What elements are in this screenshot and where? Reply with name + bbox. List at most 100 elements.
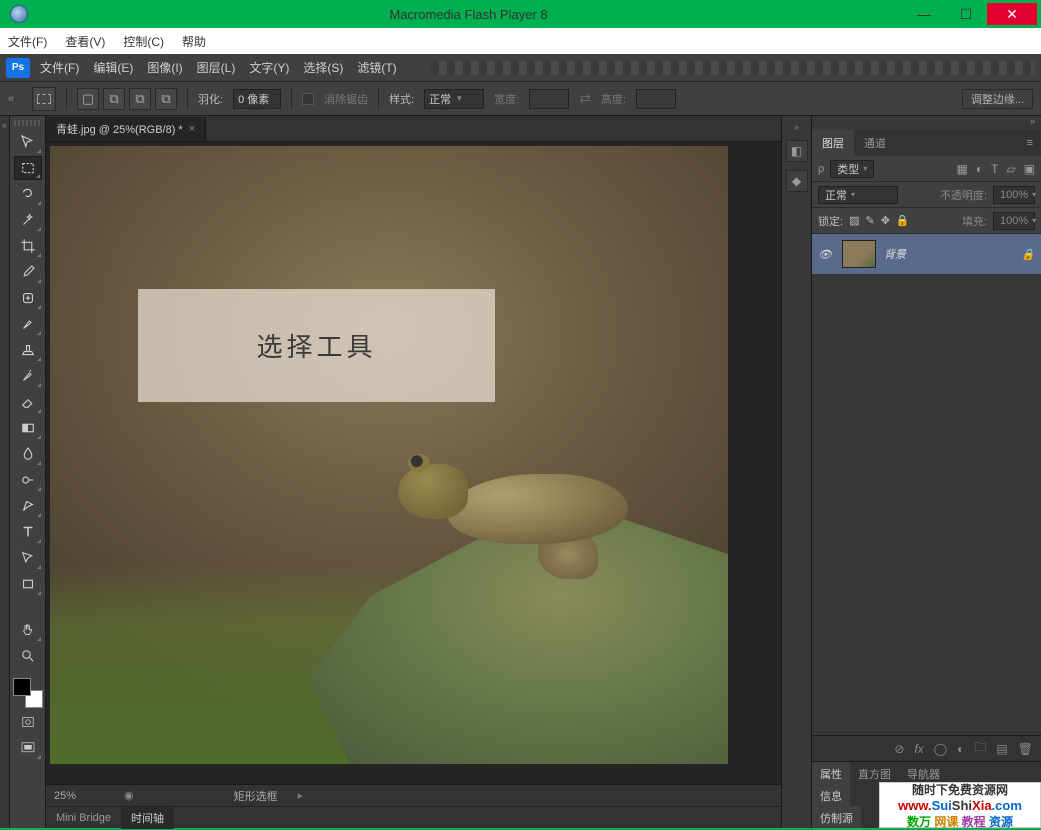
shape-tool[interactable]	[14, 572, 42, 596]
magic-wand-tool[interactable]	[14, 208, 42, 232]
separator	[291, 88, 292, 110]
tab-mini-bridge[interactable]: Mini Bridge	[46, 809, 121, 827]
screen-mode-icon[interactable]	[14, 736, 42, 760]
type-tool[interactable]	[14, 520, 42, 544]
layer-group-icon[interactable]: 🗀	[974, 738, 986, 759]
hand-tool[interactable]	[14, 618, 42, 642]
minimize-button[interactable]: —	[903, 3, 945, 25]
strip-collapse-icon[interactable]: »	[794, 122, 799, 132]
tab-info[interactable]: 信息	[812, 784, 850, 806]
ps-menu-select[interactable]: 选择(S)	[303, 59, 343, 76]
quick-mask-icon[interactable]	[14, 710, 42, 734]
app-icon	[10, 5, 28, 23]
filter-shape-icon[interactable]: ▱	[1006, 162, 1015, 176]
clone-stamp-tool[interactable]	[14, 338, 42, 362]
refine-edge-button[interactable]: 调整边缘...	[962, 89, 1033, 109]
selection-intersect-icon[interactable]: ⧉	[155, 88, 177, 110]
outer-menu-help[interactable]: 帮助	[182, 33, 206, 50]
feather-input[interactable]	[233, 89, 281, 109]
layer-visibility-icon[interactable]: 👁	[818, 248, 834, 261]
ps-menu-filter[interactable]: 滤镜(T)	[357, 59, 396, 76]
lock-pixels-icon[interactable]: ✎	[865, 214, 874, 227]
delete-layer-icon[interactable]: 🗑	[1018, 742, 1033, 756]
tab-layers[interactable]: 图层	[812, 130, 854, 156]
lock-all-icon[interactable]: 🔒	[896, 214, 910, 227]
lock-position-icon[interactable]: ✥	[881, 214, 890, 227]
tab-histogram[interactable]: 直方图	[850, 762, 899, 784]
layer-item-background[interactable]: 👁 背景 🔒	[812, 234, 1041, 274]
status-indicator-icon[interactable]: ◉	[124, 789, 134, 802]
filter-type-icon[interactable]: T	[991, 162, 998, 176]
filter-icon[interactable]: ρ	[818, 163, 824, 175]
panel-menu-icon[interactable]: ≡	[1019, 137, 1041, 149]
selection-new-icon[interactable]: ▢	[77, 88, 99, 110]
options-collapse-icon[interactable]: «	[8, 93, 22, 105]
filter-pixel-icon[interactable]: ▦	[956, 162, 967, 176]
gradient-tool[interactable]	[14, 416, 42, 440]
blend-mode-select[interactable]: 正常	[818, 186, 898, 204]
strip-icon-2[interactable]: ◆	[786, 170, 808, 192]
layer-thumbnail[interactable]	[842, 240, 876, 268]
toolbar-grip[interactable]	[14, 120, 42, 126]
history-brush-tool[interactable]	[14, 364, 42, 388]
layer-filter-select[interactable]: 类型	[830, 160, 874, 178]
document-tab[interactable]: 青蛙.jpg @ 25%(RGB/8) * ×	[46, 117, 206, 141]
new-layer-icon[interactable]: ▤	[996, 742, 1007, 756]
style-select[interactable]: 正常	[424, 89, 484, 109]
layer-name[interactable]: 背景	[884, 246, 906, 262]
zoom-tool[interactable]	[14, 644, 42, 668]
pen-tool[interactable]	[14, 494, 42, 518]
window-titlebar: Macromedia Flash Player 8 — ☐ ✕	[0, 0, 1041, 28]
strip-icon-1[interactable]: ◧	[786, 140, 808, 162]
marquee-tool[interactable]	[14, 156, 42, 180]
tab-close-icon[interactable]: ×	[189, 123, 195, 135]
filter-adjust-icon[interactable]: ◐	[976, 162, 983, 176]
style-label: 样式:	[389, 91, 414, 107]
canvas[interactable]: 选择工具 ↖	[50, 146, 728, 764]
fill-select: 100%	[993, 212, 1035, 230]
ps-menu-file[interactable]: 文件(F)	[40, 59, 79, 76]
blend-opacity-row: 正常 不透明度: 100%	[812, 182, 1041, 208]
tab-channels[interactable]: 通道	[854, 130, 896, 156]
path-selection-tool[interactable]	[14, 546, 42, 570]
tool-preset-icon[interactable]	[32, 87, 56, 111]
adjustment-layer-icon[interactable]: ◐	[957, 742, 964, 756]
tab-properties[interactable]: 属性	[812, 762, 850, 784]
healing-brush-tool[interactable]	[14, 286, 42, 310]
zoom-value[interactable]: 25%	[54, 790, 104, 802]
eraser-tool[interactable]	[14, 390, 42, 414]
ps-menu-layer[interactable]: 图层(L)	[197, 59, 236, 76]
foreground-color-swatch[interactable]	[13, 678, 31, 696]
tab-clone-source[interactable]: 仿制源	[812, 806, 861, 828]
lock-transparent-icon[interactable]: ▨	[849, 214, 859, 227]
tab-timeline[interactable]: 时间轴	[121, 807, 174, 829]
outer-menu-control[interactable]: 控制(C)	[123, 33, 164, 50]
maximize-button[interactable]: ☐	[945, 3, 987, 25]
ps-menu-text[interactable]: 文字(Y)	[249, 59, 289, 76]
selection-add-icon[interactable]: ⧉	[103, 88, 125, 110]
layer-fx-icon[interactable]: fx	[914, 742, 923, 756]
ps-menu-edit[interactable]: 编辑(E)	[93, 59, 133, 76]
move-tool[interactable]	[14, 130, 42, 154]
layer-lock-icon[interactable]: 🔒	[1021, 248, 1035, 261]
outer-menu-file[interactable]: 文件(F)	[8, 33, 47, 50]
color-swatches[interactable]	[13, 678, 43, 708]
eyedropper-tool[interactable]	[14, 260, 42, 284]
brush-tool[interactable]	[14, 312, 42, 336]
dodge-tool[interactable]	[14, 468, 42, 492]
status-chevron-icon[interactable]: ▸	[298, 789, 304, 802]
panel-collapse-icon[interactable]: »	[812, 116, 1041, 130]
selection-subtract-icon[interactable]: ⧉	[129, 88, 151, 110]
canvas-viewport[interactable]: 选择工具 ↖	[46, 142, 781, 784]
filter-smart-icon[interactable]: ▣	[1024, 162, 1035, 176]
link-layers-icon[interactable]: ⊘	[894, 742, 904, 756]
close-button[interactable]: ✕	[987, 3, 1037, 25]
blur-tool[interactable]	[14, 442, 42, 466]
status-tool-name: 矩形选框	[234, 788, 278, 804]
ps-menu-image[interactable]: 图像(I)	[147, 59, 182, 76]
lasso-tool[interactable]	[14, 182, 42, 206]
crop-tool[interactable]	[14, 234, 42, 258]
layer-mask-icon[interactable]: ◯	[934, 742, 947, 756]
outer-menu-view[interactable]: 查看(V)	[65, 33, 105, 50]
toolbar-collapse-icon[interactable]: «	[0, 116, 10, 828]
